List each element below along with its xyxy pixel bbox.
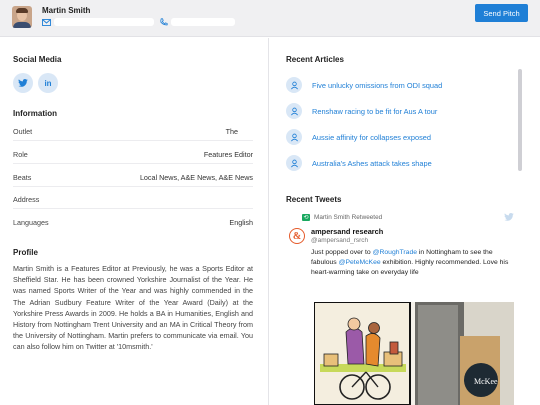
twitter-bird-icon — [504, 213, 514, 221]
user-icon — [286, 103, 302, 119]
info-value: English — [229, 217, 253, 227]
info-row-beats: Beats Local News, A&E News, A&E News — [13, 169, 253, 187]
media-caption: McKee — [474, 377, 498, 386]
twitter-icon — [18, 79, 28, 87]
info-label: Address — [13, 195, 40, 204]
contact-info-panel: Social Media in Information Outlet The R… — [0, 38, 268, 405]
list-item[interactable]: Five unlucky omissions from ODI squad — [286, 72, 518, 98]
tweet-author-handle[interactable]: @ampersand_rsrch — [311, 237, 368, 244]
social-media-title: Social Media — [13, 55, 62, 64]
information-title: Information — [13, 109, 57, 118]
envelope-icon — [42, 18, 51, 26]
phone-value[interactable] — [171, 18, 235, 26]
article-link[interactable]: Aussie affinity for collapses exposed — [312, 133, 431, 142]
mention-link[interactable]: @PeteMcKee — [339, 259, 381, 266]
info-label: Outlet — [13, 127, 33, 136]
info-label: Role — [13, 150, 28, 159]
recent-tweets-title: Recent Tweets — [286, 195, 342, 204]
send-pitch-button[interactable]: Send Pitch — [475, 4, 528, 22]
info-value: Local News, A&E News, A&E News — [139, 173, 253, 182]
profile-title: Profile — [13, 248, 38, 257]
tweet-card: ⟲ Martin Smith Retweeted & ampersand res… — [286, 212, 522, 405]
phone-icon — [160, 18, 168, 26]
info-label: Beats — [13, 173, 32, 182]
articles-scrollbar[interactable] — [518, 69, 522, 171]
email-value[interactable] — [54, 18, 154, 26]
tweet-text: Just popped over to @RoughTrade in Notti… — [311, 248, 516, 279]
info-row-role: Role Features Editor — [13, 146, 253, 164]
tweet-media[interactable]: McKee — [314, 302, 514, 405]
user-icon — [286, 129, 302, 145]
article-link[interactable]: Five unlucky omissions from ODI squad — [312, 81, 442, 90]
info-label: Languages — [13, 217, 49, 227]
list-item[interactable]: Australia's Ashes attack takes shape — [286, 150, 518, 176]
profile-bio: Martin Smith is a Features Editor at Pre… — [13, 264, 253, 352]
retweet-icon: ⟲ — [302, 213, 310, 221]
user-icon — [286, 77, 302, 93]
info-row-outlet: Outlet The — [13, 123, 253, 141]
linkedin-button[interactable]: in — [38, 73, 58, 93]
tweet-media-image: McKee — [314, 302, 514, 405]
info-value: Features Editor — [203, 150, 253, 159]
profile-header: Martin Smith Send Pitch — [0, 0, 540, 37]
tweet-author-name[interactable]: ampersand research — [311, 227, 383, 236]
retweet-label: Martin Smith Retweeted — [314, 213, 383, 221]
retweet-line: ⟲ Martin Smith Retweeted — [302, 212, 382, 222]
contact-details — [42, 17, 235, 27]
list-item[interactable]: Aussie affinity for collapses exposed — [286, 124, 518, 150]
tweet-author-avatar[interactable]: & — [289, 228, 305, 244]
article-link[interactable]: Australia's Ashes attack takes shape — [312, 159, 432, 168]
info-value[interactable]: The — [226, 127, 238, 136]
article-link[interactable]: Renshaw racing to be fit for Aus A tour — [312, 107, 437, 116]
info-row-languages: Languages English — [13, 213, 253, 231]
info-row-address: Address — [13, 191, 253, 209]
twitter-button[interactable] — [13, 73, 33, 93]
tweet-text-part: Just popped over to — [311, 249, 373, 256]
social-links: in — [13, 73, 58, 93]
list-item[interactable]: Renshaw racing to be fit for Aus A tour — [286, 98, 518, 124]
contact-name: Martin Smith — [42, 6, 91, 15]
mention-link[interactable]: @RoughTrade — [373, 249, 417, 256]
user-icon — [286, 155, 302, 171]
profile-text: Martin Smith is a Features Editor at Pre… — [13, 263, 253, 353]
avatar — [12, 6, 32, 28]
recent-articles-title: Recent Articles — [286, 55, 344, 64]
linkedin-icon: in — [44, 78, 52, 88]
activity-panel: Recent Articles Five unlucky omissions f… — [269, 38, 540, 405]
article-list: Five unlucky omissions from ODI squad Re… — [286, 72, 518, 176]
